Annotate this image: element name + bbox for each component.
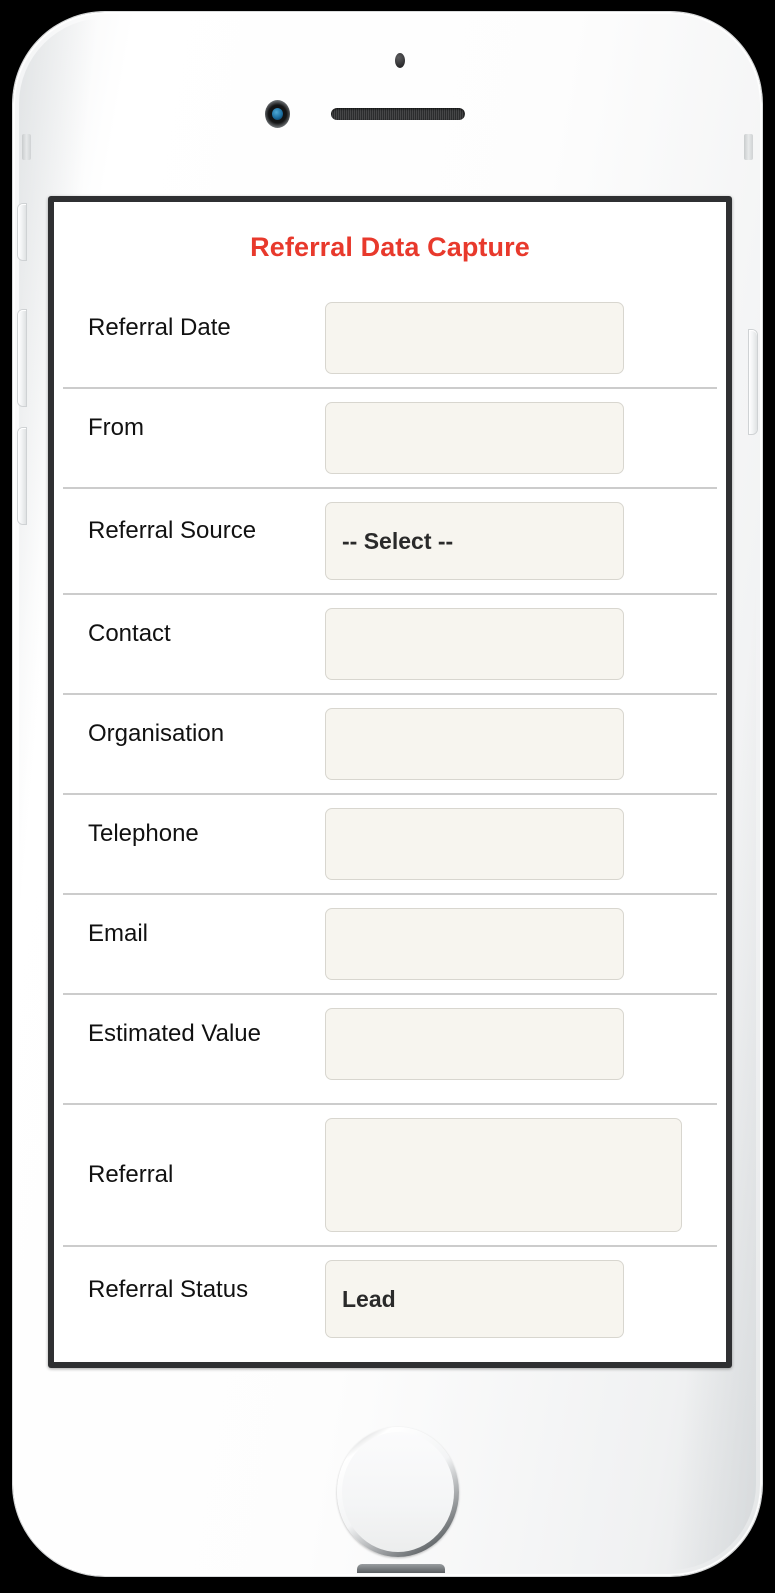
earpiece-speaker-icon [331,108,465,120]
form-row-organisation: Organisation [63,695,717,795]
referral-form: Referral Date From Referral Source -- Se… [54,289,726,1351]
home-button[interactable] [337,1427,459,1557]
field-wrap-referral-status: Lead [325,1247,717,1351]
referral-notes-textarea[interactable] [325,1118,682,1232]
form-row-contact: Contact [63,595,717,695]
field-wrap-referral-date [325,289,717,387]
form-row-referral-status: Referral Status Lead [63,1247,717,1351]
label-email: Email [88,920,149,947]
field-wrap-email [325,895,717,993]
form-row-telephone: Telephone [63,795,717,895]
antenna-band-left [22,134,31,160]
label-telephone: Telephone [88,820,199,847]
form-row-referral-source: Referral Source -- Select -- [63,489,717,595]
label-from: From [88,414,144,441]
field-wrap-referral-source: -- Select -- [325,489,717,593]
antenna-band-right [744,134,753,160]
referral-status-select[interactable]: Lead [325,1260,624,1338]
bottom-speaker-slot [357,1564,445,1573]
field-wrap-telephone [325,795,717,893]
label-referral-source: Referral Source [88,517,257,544]
phone-screen: Referral Data Capture Referral Date From… [54,202,726,1362]
form-row-email: Email [63,895,717,995]
form-row-estimated-value: Estimated Value [63,995,717,1105]
save-button-container: Save Referral [54,1351,726,1362]
form-row-referral-notes: Referral [63,1105,717,1247]
form-row-from: From [63,389,717,489]
field-wrap-estimated-value [325,995,717,1093]
front-camera-icon [265,100,290,128]
estimated-value-input[interactable] [325,1008,624,1080]
telephone-input[interactable] [325,808,624,880]
field-wrap-organisation [325,695,717,793]
from-input[interactable] [325,402,624,474]
volume-down-button[interactable] [18,428,26,524]
field-wrap-referral-notes [325,1105,717,1245]
silent-switch[interactable] [18,204,26,260]
phone-device-frame: Referral Data Capture Referral Date From… [13,12,762,1576]
form-row-referral-date: Referral Date [63,289,717,389]
page-title: Referral Data Capture [250,232,530,262]
contact-input[interactable] [325,608,624,680]
label-referral-notes: Referral [88,1161,174,1189]
label-contact: Contact [88,620,171,647]
label-referral-date: Referral Date [88,314,231,341]
label-referral-status: Referral Status [88,1276,249,1303]
field-wrap-contact [325,595,717,693]
referral-date-input[interactable] [325,302,624,374]
proximity-sensor-icon [395,53,405,68]
referral-source-select[interactable]: -- Select -- [325,502,624,580]
organisation-input[interactable] [325,708,624,780]
power-button[interactable] [749,330,757,434]
email-input[interactable] [325,908,624,980]
field-wrap-from [325,389,717,487]
screen-bezel: Referral Data Capture Referral Date From… [48,196,732,1368]
volume-up-button[interactable] [18,310,26,406]
label-organisation: Organisation [88,720,225,747]
label-estimated-value: Estimated Value [88,1020,261,1047]
